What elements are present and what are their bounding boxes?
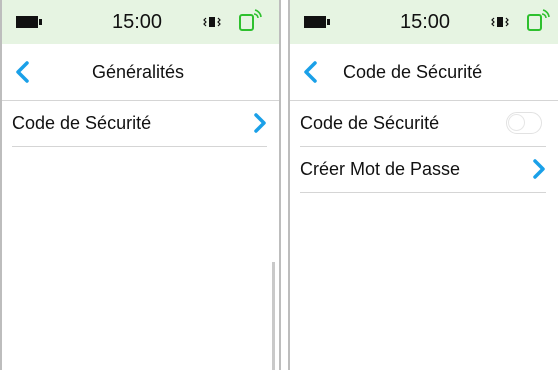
list-item-label: Code de Sécurité xyxy=(12,113,152,133)
chevron-left-icon[interactable] xyxy=(300,60,322,84)
list-item-code-de-securite[interactable]: Code de Sécurité xyxy=(300,100,546,147)
nav-bar: Généralités xyxy=(2,44,279,101)
vibrate-icon xyxy=(491,17,509,27)
toggle-knob xyxy=(508,114,525,131)
page-title: Code de Sécurité xyxy=(343,62,483,82)
vibrate-icon xyxy=(203,17,221,27)
list-item-creer-mot-de-passe[interactable]: Créer Mot de Passe xyxy=(300,146,546,193)
scrollbar[interactable] xyxy=(272,262,275,370)
phone-battery-icon xyxy=(527,9,550,31)
status-time: 15:00 xyxy=(112,11,163,33)
chevron-left-icon[interactable] xyxy=(12,60,34,84)
list-item-label: Code de Sécurité xyxy=(300,113,440,133)
phone-battery-icon xyxy=(239,9,262,31)
status-time: 15:00 xyxy=(400,11,451,33)
battery-icon xyxy=(304,16,330,28)
nav-bar: Code de Sécurité xyxy=(290,44,558,101)
screen-generalites: 15:00 Généralités Code de Sécurité xyxy=(0,0,281,370)
page-title: Généralités xyxy=(92,62,185,82)
battery-icon xyxy=(16,16,42,28)
list-item-label: Créer Mot de Passe xyxy=(300,159,461,179)
status-bar: 15:00 xyxy=(2,0,279,44)
list-item-code-de-securite[interactable]: Code de Sécurité xyxy=(12,100,267,147)
status-bar: 15:00 xyxy=(290,0,558,44)
code-de-securite-toggle[interactable] xyxy=(506,112,542,134)
chevron-right-icon[interactable] xyxy=(253,112,267,134)
chevron-right-icon[interactable] xyxy=(532,158,546,180)
screen-code-de-securite: 15:00 Code de Sécurité Code de Sécurité … xyxy=(288,0,558,370)
